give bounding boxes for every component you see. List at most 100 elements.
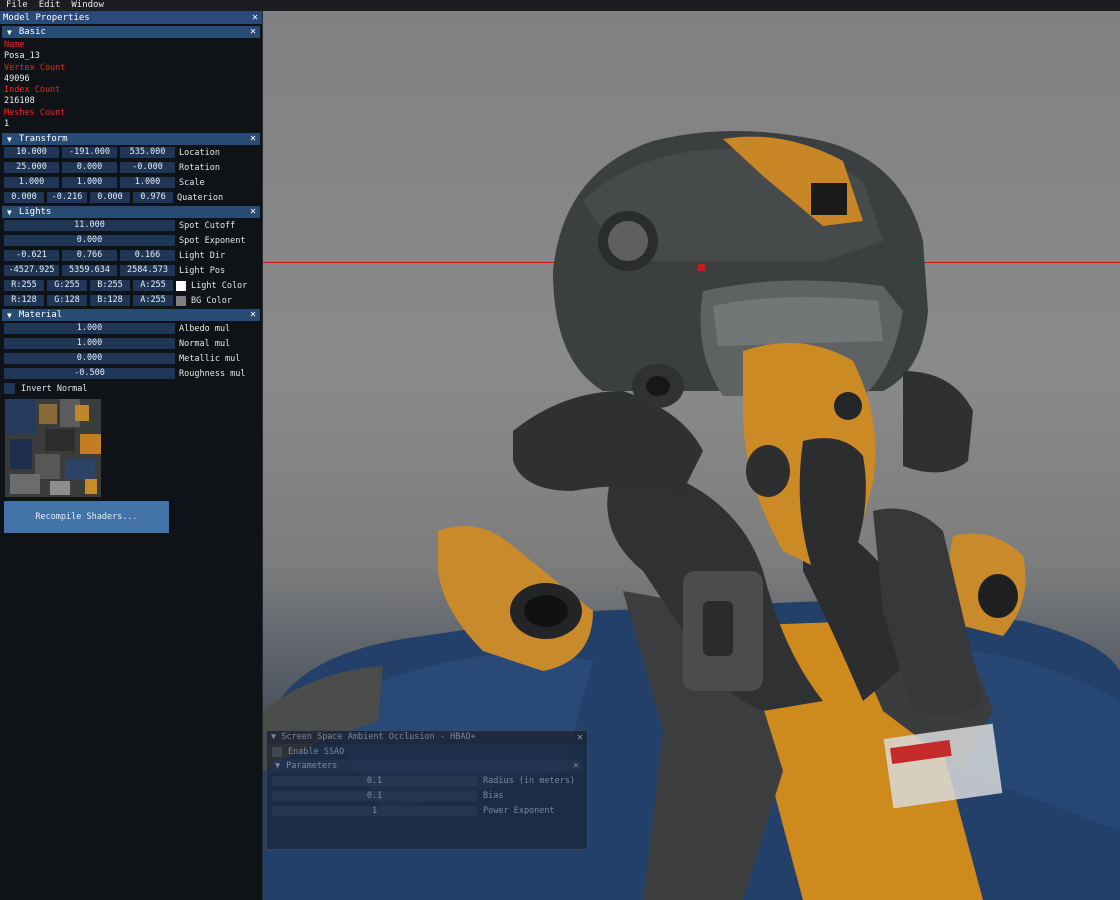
quaterion-x-field[interactable]: 0.000 (4, 192, 44, 204)
basic-section-header[interactable]: ▼ Basic ✕ (2, 26, 260, 38)
name-label: Name (4, 40, 25, 50)
roughness-mul-label: Roughness mul (179, 368, 246, 379)
scale-x-field[interactable]: 1.000 (4, 177, 59, 189)
albedo-mul-label: Albedo mul (179, 323, 231, 334)
transform-section-header[interactable]: ▼ Transform ✕ (2, 133, 260, 146)
enable-ssao-checkbox[interactable] (272, 746, 282, 757)
quaterion-w-field[interactable]: 0.976 (133, 192, 173, 204)
light-pos-y-field[interactable]: 5359.634 (62, 265, 117, 277)
light-dir-x-field[interactable]: -0.621 (4, 250, 59, 262)
normal-row: 1.000 Normal mul (4, 336, 262, 351)
bias-row: 0.1 Bias (267, 788, 587, 803)
metallic-mul-label: Metallic mul (179, 353, 241, 364)
material-close-icon[interactable]: ✕ (250, 309, 256, 321)
light-color-swatch[interactable] (176, 280, 186, 291)
metallic-row: 0.000 Metallic mul (4, 351, 262, 366)
scale-z-field[interactable]: 1.000 (120, 177, 175, 189)
roughness-mul-field[interactable]: -0.500 (4, 368, 175, 380)
transform-close-icon[interactable]: ✕ (250, 133, 256, 145)
bg-color-a-field[interactable]: A:255 (133, 295, 173, 307)
menu-bar: File Edit Window (0, 0, 1120, 11)
parameters-header-label: Parameters (286, 761, 338, 771)
bg-color-label: BG Color (191, 295, 232, 306)
invert-normal-checkbox[interactable] (4, 383, 15, 395)
light-color-r-field[interactable]: R:255 (4, 280, 44, 292)
light-color-a-field[interactable]: A:255 (133, 280, 173, 292)
menu-edit[interactable]: Edit (33, 0, 66, 11)
light-dir-z-field[interactable]: 0.166 (120, 250, 175, 262)
texture-thumbnail[interactable] (5, 399, 101, 498)
light-color-row: R:255 G:255 B:255 A:255 Light Color (4, 278, 262, 293)
scale-y-field[interactable]: 1.000 (62, 177, 117, 189)
power-label: Power Exponent (483, 805, 555, 816)
radius-label: Radius (in meters) (483, 775, 576, 786)
location-x-field[interactable]: 10.000 (4, 147, 59, 159)
bg-color-swatch[interactable] (176, 295, 186, 306)
radius-field[interactable]: 0.1 (272, 775, 477, 786)
light-color-b-field[interactable]: B:255 (90, 280, 130, 292)
bg-color-r-field[interactable]: R:128 (4, 295, 44, 307)
spot-cutoff-row: 11.000 Spot Cutoff (4, 218, 262, 233)
light-dir-y-field[interactable]: 0.766 (62, 250, 117, 262)
rotation-z-field[interactable]: -0.000 (120, 162, 175, 174)
parameters-section-header[interactable]: ▼ Parameters ✕ (271, 760, 583, 772)
normal-mul-field[interactable]: 1.000 (4, 338, 175, 350)
panel-titlebar[interactable]: Model Properties ✕ (0, 11, 262, 24)
light-color-label: Light Color (191, 280, 248, 291)
quaterion-z-field[interactable]: 0.000 (90, 192, 130, 204)
scale-row: 1.000 1.000 1.000 Scale (4, 175, 262, 190)
menu-file[interactable]: File (0, 0, 33, 11)
collapse-triangle-icon: ▼ (271, 732, 282, 742)
collapse-triangle-icon: ▼ (7, 310, 12, 320)
recompile-shaders-button[interactable]: Recompile Shaders... (4, 501, 169, 534)
radius-row: 0.1 Radius (in meters) (267, 773, 587, 788)
collapse-triangle-icon: ▼ (7, 27, 12, 37)
rotation-x-field[interactable]: 25.000 (4, 162, 59, 174)
location-row: 10.000 -191.000 535.000 Location (4, 145, 262, 160)
albedo-mul-field[interactable]: 1.000 (4, 323, 175, 335)
location-y-field[interactable]: -191.000 (62, 147, 117, 159)
metallic-mul-field[interactable]: 0.000 (4, 353, 175, 365)
parameters-close-icon[interactable]: ✕ (573, 760, 579, 772)
rotation-y-field[interactable]: 0.000 (62, 162, 117, 174)
spot-cutoff-field[interactable]: 11.000 (4, 220, 175, 232)
material-section-header[interactable]: ▼ Material ✕ (2, 309, 260, 322)
ssao-close-icon[interactable]: ✕ (577, 731, 583, 744)
bias-field[interactable]: 0.1 (272, 790, 477, 801)
menu-window[interactable]: Window (65, 0, 109, 11)
material-header-label: Material (18, 310, 63, 321)
vertex-count-label: Vertex Count (4, 62, 66, 73)
quaterion-y-field[interactable]: -0.216 (47, 192, 87, 204)
collapse-triangle-icon: ▼ (275, 761, 281, 771)
light-pos-x-field[interactable]: -4527.925 (4, 265, 59, 277)
index-count-value: 216108 (4, 96, 35, 107)
enable-ssao-label: Enable SSAO (288, 746, 345, 757)
panel-close-icon[interactable]: ✕ (252, 11, 258, 24)
index-count-label: Index Count (4, 85, 61, 96)
invert-normal-row: Invert Normal (4, 381, 262, 396)
spot-cutoff-label: Spot Cutoff (179, 220, 236, 231)
lights-section-header[interactable]: ▼ Lights ✕ (2, 206, 260, 219)
bg-color-b-field[interactable]: B:128 (90, 295, 130, 307)
collapse-triangle-icon: ▼ (7, 134, 12, 144)
model-properties-panel: Model Properties ✕ ▼ Basic ✕ Name Posa_1… (0, 11, 263, 900)
spot-exponent-field[interactable]: 0.000 (4, 235, 175, 247)
transform-header-label: Transform (18, 134, 68, 145)
basic-close-icon[interactable]: ✕ (250, 26, 256, 38)
quaterion-label: Quaterion (177, 192, 224, 203)
bias-label: Bias (483, 790, 504, 801)
bg-color-g-field[interactable]: G:128 (47, 295, 87, 307)
ssao-titlebar[interactable]: ▼ Screen Space Ambient Occlusion - HBAO+… (267, 731, 587, 744)
location-label: Location (179, 147, 220, 158)
light-pos-z-field[interactable]: 2584.573 (120, 265, 175, 277)
spot-exponent-label: Spot Exponent (179, 235, 246, 246)
lights-close-icon[interactable]: ✕ (250, 206, 256, 218)
light-color-g-field[interactable]: G:255 (47, 280, 87, 292)
name-value: Posa_13 (4, 51, 40, 62)
albedo-row: 1.000 Albedo mul (4, 321, 262, 336)
power-field[interactable]: 1 (272, 805, 477, 816)
ssao-window[interactable]: ▼ Screen Space Ambient Occlusion - HBAO+… (266, 730, 588, 850)
light-dir-row: -0.621 0.766 0.166 Light Dir (4, 248, 262, 263)
meshes-count-label: Meshes Count (4, 107, 66, 118)
location-z-field[interactable]: 535.000 (120, 147, 175, 159)
